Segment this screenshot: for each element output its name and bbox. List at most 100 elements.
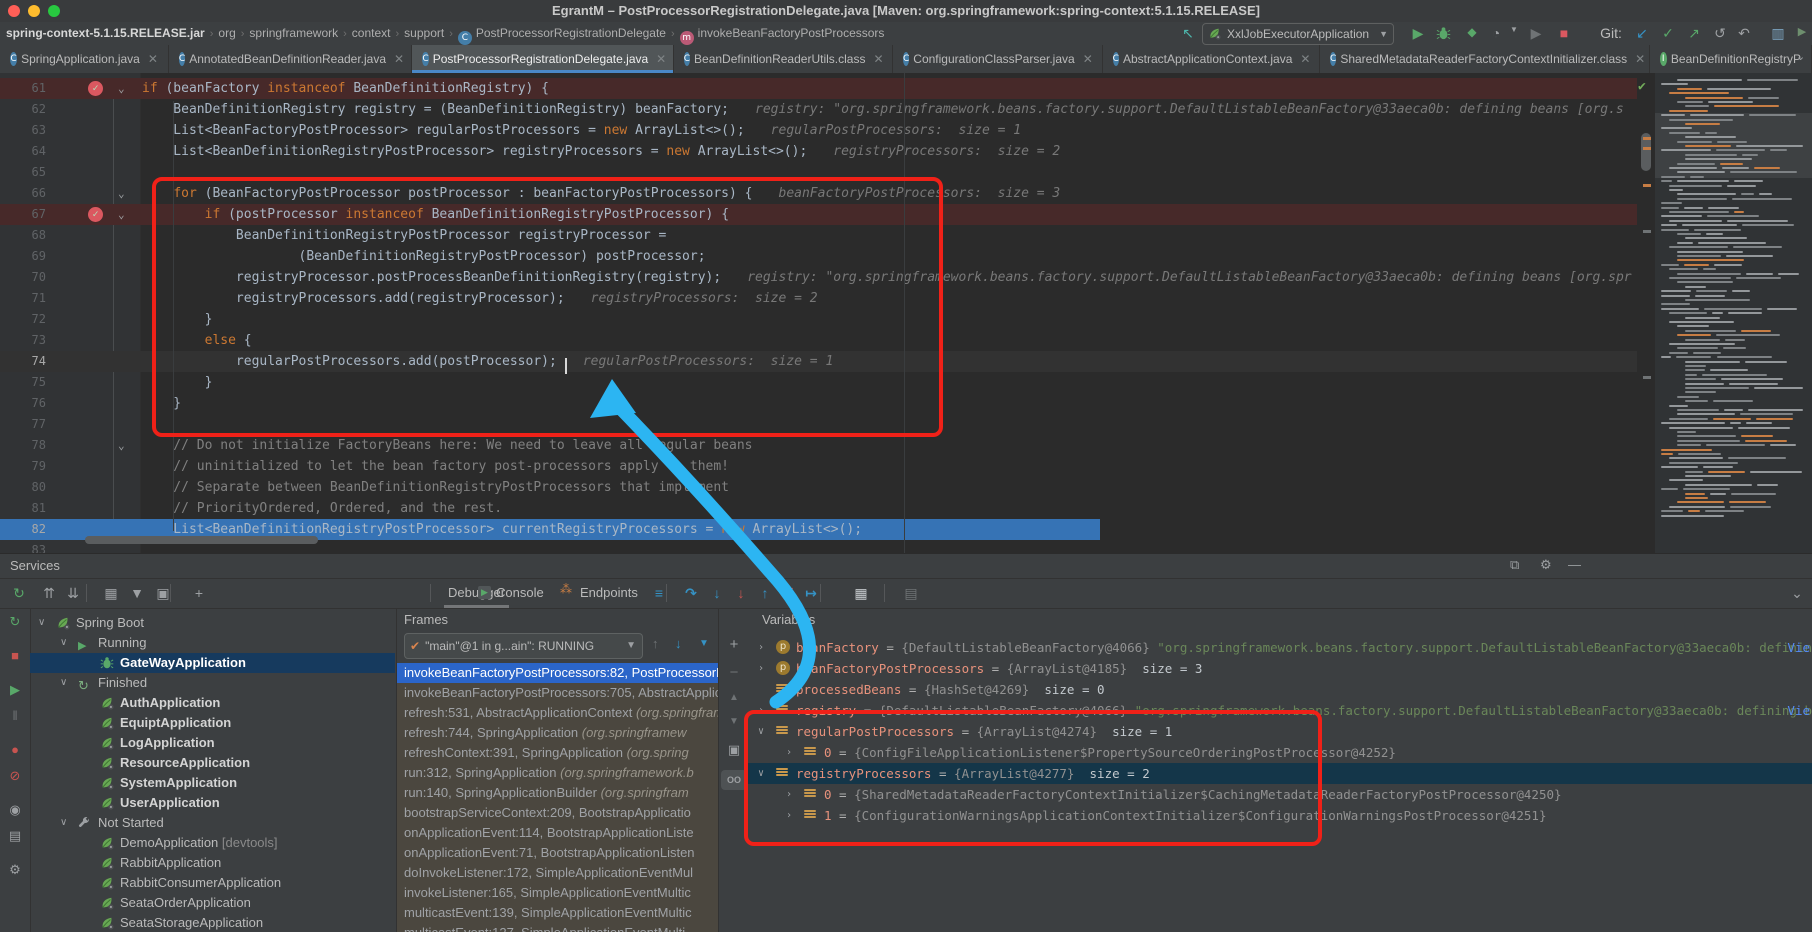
breadcrumb-item[interactable]: context	[352, 26, 391, 40]
stop-icon[interactable]: ■	[1554, 25, 1574, 41]
close-tab-icon[interactable]: ✕	[1635, 52, 1645, 66]
close-tab-icon[interactable]: ✕	[148, 52, 158, 66]
line-number[interactable]: 66	[0, 183, 46, 204]
profiler-chevron-icon[interactable]: ▼	[1504, 25, 1524, 34]
coverage-icon[interactable]: ◆	[1462, 25, 1482, 39]
stack-frame-item[interactable]: run:140, SpringApplicationBuilder (org.s…	[397, 783, 719, 803]
mute-breakpoints-icon[interactable]: ⊘	[0, 768, 30, 784]
fold-arrow-icon[interactable]: ⌄	[118, 183, 125, 204]
breadcrumb-item[interactable]: invokeBeanFactoryPostProcessors	[698, 26, 885, 40]
gear-icon[interactable]: ⚙	[1540, 557, 1552, 573]
error-stripe[interactable]: ✔	[1637, 73, 1655, 553]
layout-settings-icon[interactable]: ▤	[900, 582, 922, 604]
stack-frame-item[interactable]: multicastEvent:139, SimpleApplicationEve…	[397, 903, 719, 923]
code-line[interactable]: 81 // PriorityOrdered, Ordered, and the …	[0, 498, 1812, 519]
line-number[interactable]: 79	[0, 456, 46, 477]
hide-tool-window-icon[interactable]: ⌄	[1786, 582, 1808, 604]
history-icon[interactable]: ↺	[1710, 25, 1730, 42]
chevron-right-icon[interactable]: ›	[758, 658, 764, 679]
collapse-all-icon[interactable]: ⇊	[62, 582, 84, 604]
chevron-down-icon[interactable]: ∨	[60, 813, 67, 833]
close-tab-icon[interactable]: ✕	[394, 52, 404, 66]
commit-icon[interactable]: ✓	[1658, 25, 1678, 42]
step-over-icon[interactable]: ↷	[680, 582, 702, 604]
tree-item-seatastorageapplication[interactable]: SeataStorageApplication	[30, 913, 395, 932]
filter-icon[interactable]: ▼	[126, 582, 148, 604]
view-link[interactable]: Vie	[1787, 637, 1810, 658]
tab-endpoints[interactable]: Endpoints	[580, 578, 638, 608]
stack-frame-item[interactable]: invokeBeanFactoryPostProcessors:705, Abs…	[397, 683, 719, 703]
line-number[interactable]: 72	[0, 309, 46, 330]
breadcrumb-item[interactable]: support	[404, 26, 444, 40]
tree-item-finished[interactable]: ∨↻Finished	[30, 673, 395, 693]
code-minimap[interactable]	[1655, 73, 1812, 553]
hide-panel-icon[interactable]: —	[1568, 557, 1581, 572]
line-number[interactable]: 67	[0, 204, 46, 225]
drop-frame-icon[interactable]: ✗	[778, 582, 800, 604]
inspection-ok-icon[interactable]: ✔	[1638, 79, 1646, 94]
back-arrow-icon[interactable]: ↖	[1178, 25, 1198, 42]
editor-tab[interactable]: CAnnotatedBeanDefinitionReader.java✕	[169, 45, 413, 73]
close-tab-icon[interactable]: ✕	[656, 52, 666, 66]
code-line[interactable]: 79 // uninitialized to let the bean fact…	[0, 456, 1812, 477]
code-line[interactable]: 64 List<BeanDefinitionRegistryPostProces…	[0, 141, 1812, 162]
view-breakpoints-icon[interactable]: ●	[0, 742, 30, 757]
tree-item-authapplication[interactable]: AuthApplication	[30, 693, 395, 713]
stack-frame-item[interactable]: refresh:744, SpringApplication (org.spri…	[397, 723, 719, 743]
editor-tab-active[interactable]: CPostProcessorRegistrationDelegate.java✕	[412, 45, 673, 73]
tree-item-spring-boot[interactable]: ∨Spring Boot	[30, 613, 395, 633]
settings-gear-icon[interactable]: ⚙	[0, 862, 30, 878]
stripe-mark[interactable]	[1643, 147, 1651, 150]
close-tab-icon[interactable]: ✕	[1083, 52, 1093, 66]
close-tab-icon[interactable]: ✕	[873, 52, 883, 66]
stack-frame-item[interactable]: doInvokeListener:172, SimpleApplicationE…	[397, 863, 719, 883]
breadcrumb-item[interactable]: org	[218, 26, 235, 40]
float-window-icon[interactable]: ⧉	[1510, 557, 1519, 573]
editor-tab[interactable]: CAbstractApplicationContext.java✕	[1103, 45, 1320, 73]
tree-item-rabbitapplication[interactable]: RabbitApplication	[30, 853, 395, 873]
rollback-icon[interactable]: ↶	[1734, 25, 1754, 42]
run-disabled-icon[interactable]: ▶	[1526, 25, 1546, 42]
step-out-icon[interactable]: ↑	[754, 582, 776, 604]
tree-item-not-started[interactable]: ∨Not Started	[30, 813, 395, 833]
close-tab-icon[interactable]: ✕	[1300, 52, 1310, 66]
fold-arrow-icon[interactable]: ⌄	[118, 78, 125, 99]
stack-frame-item[interactable]: onApplicationEvent:71, BootstrapApplicat…	[397, 843, 719, 863]
stack-frame-item[interactable]: refresh:531, AbstractApplicationContext …	[397, 703, 719, 723]
line-number[interactable]: 80	[0, 477, 46, 498]
view-link[interactable]: Vie	[1787, 700, 1810, 721]
tree-item-logapplication[interactable]: LogApplication	[30, 733, 395, 753]
code-line[interactable]: 63 List<BeanFactoryPostProcessor> regula…	[0, 120, 1812, 141]
editor-tab[interactable]: CSpringApplication.java✕	[0, 45, 169, 73]
evaluate-expression-icon[interactable]: ▦	[850, 582, 872, 604]
chevron-down-icon[interactable]: ∨	[60, 673, 67, 693]
remove-watch-icon[interactable]: −	[719, 664, 749, 681]
editor-tab[interactable]: CSharedMetadataReaderFactoryContextIniti…	[1320, 45, 1650, 73]
push-icon[interactable]: ↗	[1684, 25, 1704, 42]
tree-item-gatewayapplication[interactable]: GateWayApplication	[30, 653, 395, 673]
tree-item-seataorderapplication[interactable]: SeataOrderApplication	[30, 893, 395, 913]
tab-list-chevron-icon[interactable]: ⌄	[1796, 50, 1805, 63]
stripe-mark[interactable]	[1643, 230, 1651, 233]
chevron-right-icon[interactable]: ›	[758, 637, 764, 658]
force-step-into-icon[interactable]: ↓	[730, 582, 752, 604]
pause-icon[interactable]: ‖	[0, 708, 30, 723]
editor-tab[interactable]: IBeanDefinitionRegistryP	[1650, 45, 1812, 73]
preview-icon[interactable]: ▶	[1792, 25, 1812, 38]
tree-item-rabbitconsumerapplication[interactable]: RabbitConsumerApplication	[30, 873, 395, 893]
line-number[interactable]: 74	[0, 351, 46, 372]
tree-item-resourceapplication[interactable]: ResourceApplication	[30, 753, 395, 773]
line-number[interactable]: 63	[0, 120, 46, 141]
stack-frame-item[interactable]: invokeListener:165, SimpleApplicationEve…	[397, 883, 719, 903]
line-number[interactable]: 75	[0, 372, 46, 393]
breadcrumb-item[interactable]: spring-context-5.1.15.RELEASE.jar	[6, 26, 205, 40]
line-number[interactable]: 61	[0, 78, 46, 99]
code-line[interactable]: 78⌄ // Do not initialize FactoryBeans he…	[0, 435, 1812, 456]
line-number[interactable]: 82	[0, 519, 46, 540]
stripe-mark[interactable]	[1643, 184, 1651, 187]
stack-frame-item[interactable]: bootstrapServiceContext:209, BootstrapAp…	[397, 803, 719, 823]
fold-arrow-icon[interactable]: ⌄	[118, 435, 125, 456]
editor-tab[interactable]: CBeanDefinitionReaderUtils.class✕	[674, 45, 893, 73]
line-number[interactable]: 69	[0, 246, 46, 267]
frames-panel[interactable]: Frames ✔"main"@1 in g...ain": RUNNING ▼ …	[396, 608, 719, 932]
